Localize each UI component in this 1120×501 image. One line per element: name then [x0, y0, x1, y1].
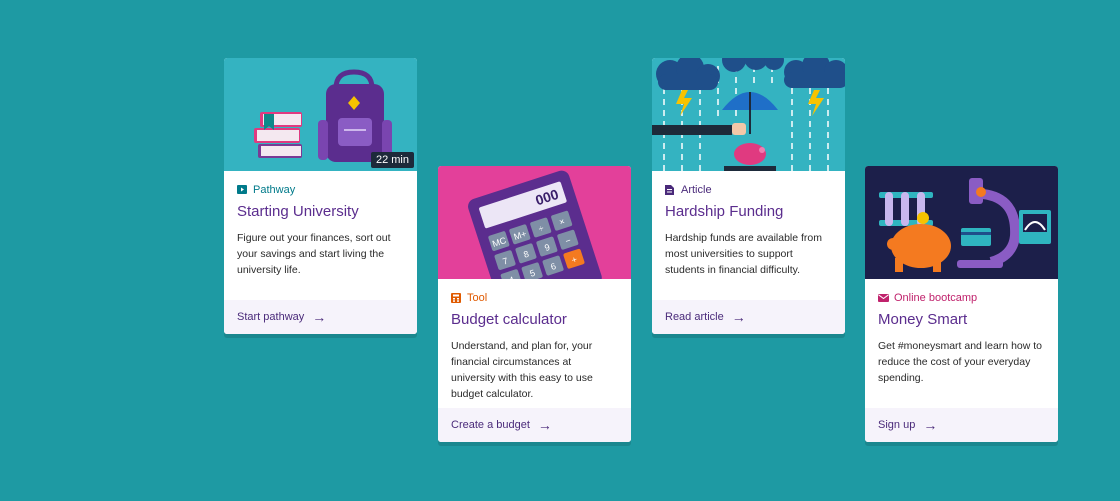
cta-label: Create a budget: [451, 419, 530, 431]
content-type-tag: Online bootcamp: [878, 291, 1045, 305]
card-title[interactable]: Budget calculator: [451, 310, 618, 329]
arrow-right-icon: →: [731, 309, 746, 325]
card-budget-calculator[interactable]: 000 MCM+÷×789−456+ Tool Budget calculato…: [438, 166, 631, 442]
card-image: [865, 166, 1058, 279]
card-hardship-funding[interactable]: Article Hardship Funding Hardship funds …: [652, 58, 845, 334]
arrow-right-icon: →: [923, 417, 938, 433]
card-description: Understand, and plan for, your financial…: [451, 340, 593, 400]
card-description: Get #moneysmart and learn how to reduce …: [878, 340, 1043, 384]
card-title[interactable]: Starting University: [237, 202, 404, 221]
calculator-illustration: 000 MCM+÷×789−456+: [468, 170, 602, 279]
read-article-link[interactable]: Read article →: [652, 300, 845, 334]
card-image: [652, 58, 845, 171]
tag-label: Article: [681, 184, 712, 196]
calculator-icon: [451, 293, 461, 303]
duration-badge: 22 min: [370, 152, 414, 168]
card-title[interactable]: Hardship Funding: [665, 202, 832, 221]
tag-label: Tool: [467, 292, 488, 304]
video-icon: [237, 185, 247, 195]
cta-label: Read article: [665, 311, 724, 323]
content-type-tag: Article: [665, 183, 832, 197]
card-description: Hardship funds are available from most u…: [665, 232, 822, 276]
tag-label: Online bootcamp: [894, 292, 978, 304]
start-pathway-link[interactable]: Start pathway →: [224, 300, 417, 334]
card-starting-university[interactable]: 22 min Pathway Starting University Figur…: [224, 58, 417, 334]
card-image: 000 MCM+÷×789−456+: [438, 166, 631, 279]
cta-label: Start pathway: [237, 311, 305, 323]
article-icon: [665, 185, 675, 195]
lab-piggybank-illustration: [879, 178, 1051, 272]
card-description: Figure out your finances, sort out your …: [237, 232, 391, 276]
arrow-right-icon: →: [537, 417, 552, 433]
card-title[interactable]: Money Smart: [878, 310, 1045, 329]
create-budget-link[interactable]: Create a budget →: [438, 408, 631, 442]
umbrella-rain-illustration: [652, 58, 845, 171]
sign-up-link[interactable]: Sign up →: [865, 408, 1058, 442]
card-image: 22 min: [224, 58, 417, 171]
card-money-smart[interactable]: Online bootcamp Money Smart Get #moneysm…: [865, 166, 1058, 442]
content-type-tag: Tool: [451, 291, 618, 305]
cta-label: Sign up: [878, 419, 916, 431]
content-type-tag: Pathway: [237, 183, 404, 197]
tag-label: Pathway: [253, 184, 296, 196]
arrow-right-icon: →: [312, 309, 327, 325]
envelope-icon: [878, 293, 889, 303]
